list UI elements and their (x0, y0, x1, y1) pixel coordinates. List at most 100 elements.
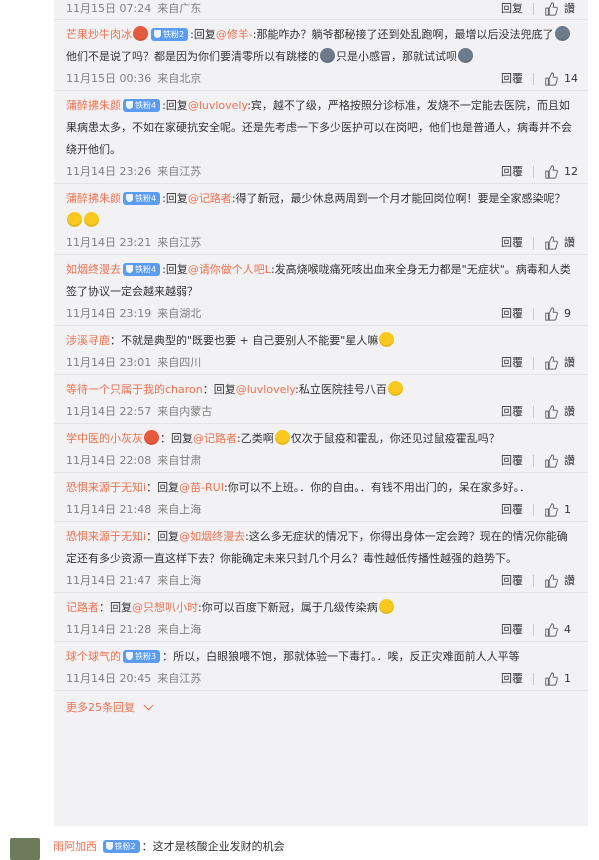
mention-link[interactable]: @luvlovely (188, 99, 247, 112)
comment-location: 来自内蒙古 (157, 405, 213, 418)
comment-text: 等待一个只属于我的charon：回复@luvlovely:私立医院挂号八百 (66, 379, 578, 401)
reply-button[interactable]: 回覆 (501, 68, 523, 90)
like-count: 9 (564, 307, 571, 320)
comment-meta: 11月14日 23:26 来自江苏 回覆 12 (66, 161, 578, 183)
thumbs-up-icon[interactable] (544, 405, 558, 419)
reply-button[interactable]: 回覆 (501, 499, 523, 521)
fan-badge[interactable]: 铁粉4 (123, 192, 161, 205)
thumbs-up-icon[interactable] (544, 623, 558, 637)
thumbs-up-icon[interactable] (544, 454, 558, 468)
thumbs-up-icon[interactable] (544, 574, 558, 588)
reply-button[interactable]: 回覆 (501, 303, 523, 325)
comment-body: :私立医院挂号八百 (295, 383, 387, 396)
comment-item: 芒果炒牛肉冰 铁粉2:回复@修羊-:那能咋办？躺爷都秘接了还到处乱跑啊，最增以后没… (54, 20, 588, 91)
thumbs-up-icon[interactable] (544, 503, 558, 517)
reply-button[interactable]: 回覆 (501, 232, 523, 254)
divider (533, 455, 534, 467)
thumbs-up-icon[interactable] (544, 165, 558, 179)
mention-link[interactable]: @luvlovely (236, 383, 295, 396)
comment-item: 恐惧来源于无知i：回复@如烟终漫去:这么多无症状的情况下，你得出身体一定会跨？现… (54, 522, 588, 593)
mention-link[interactable]: @如烟终漫去 (179, 530, 245, 543)
comment-time: 11月14日 23:26 (66, 165, 152, 178)
reply-button[interactable]: 回覆 (501, 161, 523, 183)
username-link[interactable]: 蒲醉拂朱颜 (66, 99, 121, 112)
reply-button[interactable]: 回覆 (501, 619, 523, 641)
like-label[interactable]: 讚 (564, 232, 578, 254)
reply-button[interactable]: 回覆 (501, 450, 523, 472)
reply-keyword: 回复 (165, 99, 188, 112)
comment-time: 11月14日 21:48 (66, 503, 152, 516)
username-link[interactable]: 等待一个只属于我的charon (66, 383, 203, 396)
comment-body: :乙类啊 (237, 432, 274, 445)
comment-body: :得了新冠，最少休息两周到一个月才能回岗位啊！要是全家感染呢？ (231, 192, 566, 205)
thumbs-up-icon[interactable] (544, 307, 558, 321)
comment-location: 来自四川 (157, 356, 202, 369)
username-link[interactable]: 涉溪寻鹿 (66, 334, 110, 347)
mention-link[interactable]: @记路者 (193, 432, 237, 445)
like-label[interactable]: 讚 (564, 401, 578, 423)
username-link[interactable]: 球个球气的 (66, 650, 121, 663)
username-link[interactable]: 芒果炒牛肉冰 (66, 28, 132, 41)
username-link[interactable]: 记路者 (66, 601, 99, 614)
fan-badge[interactable]: 铁粉2 (151, 28, 189, 41)
mention-link[interactable]: @请你做个人吧L (188, 263, 271, 276)
avatar[interactable] (10, 838, 40, 860)
comment-actions: 回覆 讚 (501, 401, 578, 423)
comment-actions: 回覆 讚 (501, 570, 578, 592)
comment-body-3: 只是小感冒，那就试试呗 (336, 50, 457, 63)
like-label[interactable]: 讚 (564, 352, 578, 374)
comment-location: 来自上海 (157, 574, 202, 587)
mention-link[interactable]: @记路者 (188, 192, 232, 205)
comment-body: :你可以不上班。．你的自由。．有钱不用出门的，呆在家多好。． (223, 481, 531, 494)
comment-meta: 11月14日 21:47 来自上海 回覆 讚 (66, 570, 578, 592)
fan-badge[interactable]: 铁粉3 (123, 650, 161, 663)
fan-badge-label: 铁粉4 (135, 194, 157, 203)
username-link[interactable]: 蒲醉拂朱颜 (66, 192, 121, 205)
like-count: 1 (564, 672, 571, 685)
mention-link[interactable]: @修羊- (216, 28, 253, 41)
comment-actions: 回覆 9 (501, 303, 578, 325)
fan-badge[interactable]: 铁粉4 (123, 99, 161, 112)
like-label[interactable]: 讚 (564, 570, 578, 592)
divider (533, 308, 534, 320)
reply-button[interactable]: 回复 (501, 0, 523, 20)
more-replies-link[interactable]: 更多25条回复 (54, 691, 588, 725)
username-link[interactable]: 恐惧来源于无知i (66, 530, 146, 543)
reply-button[interactable]: 回覆 (501, 401, 523, 423)
mention-link[interactable]: @苗-RUI (179, 481, 224, 494)
like-label[interactable]: 讚 (564, 0, 578, 20)
username-link[interactable]: 恐惧来源于无知i (66, 481, 146, 494)
thumbs-up-icon[interactable] (544, 72, 558, 86)
mention-link[interactable]: @只想叭小时 (132, 601, 198, 614)
comment-location: 来自广东 (157, 2, 202, 15)
laugh-emoji-icon (378, 599, 394, 614)
thumbs-up-icon[interactable] (544, 236, 558, 250)
reply-keyword: 回复 (213, 383, 236, 396)
username-link[interactable]: 学中医的小灰灰 (66, 432, 143, 445)
reply-keyword: 回复 (165, 192, 188, 205)
reply-keyword: 回复 (157, 530, 180, 543)
thumbs-up-icon[interactable] (544, 672, 558, 686)
username-link[interactable]: 雨阿加西 (53, 840, 97, 853)
comment-item: 如烟终漫去 铁粉4:回复@请你做个人吧L:发高烧喉咙痛死咳出血来全身无力都是"无症… (54, 255, 588, 326)
thumbs-up-icon[interactable] (544, 2, 558, 16)
reply-button[interactable]: 回覆 (501, 570, 523, 592)
comment-actions: 回复 讚 (501, 0, 578, 20)
comment-time: 11月15日 00:36 (66, 72, 152, 85)
thumbs-up-icon[interactable] (544, 356, 558, 370)
comment-location: 来自上海 (157, 503, 202, 516)
fan-badge-label: 铁粉2 (163, 30, 185, 39)
reply-button[interactable]: 回覆 (501, 352, 523, 374)
like-label[interactable]: 讚 (564, 450, 578, 472)
reply-button[interactable]: 回覆 (501, 668, 523, 690)
reply-keyword: 回复 (165, 263, 188, 276)
fan-badge[interactable]: 铁粉2 (102, 840, 140, 853)
shy-emoji-icon (387, 381, 403, 396)
divider (533, 406, 534, 418)
comment-item: 蒲醉拂朱颜 铁粉4:回复@记路者:得了新冠，最少休息两周到一个月才能回岗位啊！要是… (54, 184, 588, 255)
divider (533, 624, 534, 636)
username-link[interactable]: 如烟终漫去 (66, 263, 121, 276)
comment-time: 11月14日 21:47 (66, 574, 152, 587)
comment-item: 蒲醉拂朱颜 铁粉4:回复@luvlovely:宾，越不了级，严格按照分诊标准，发烧… (54, 91, 588, 184)
fan-badge[interactable]: 铁粉4 (123, 263, 161, 276)
